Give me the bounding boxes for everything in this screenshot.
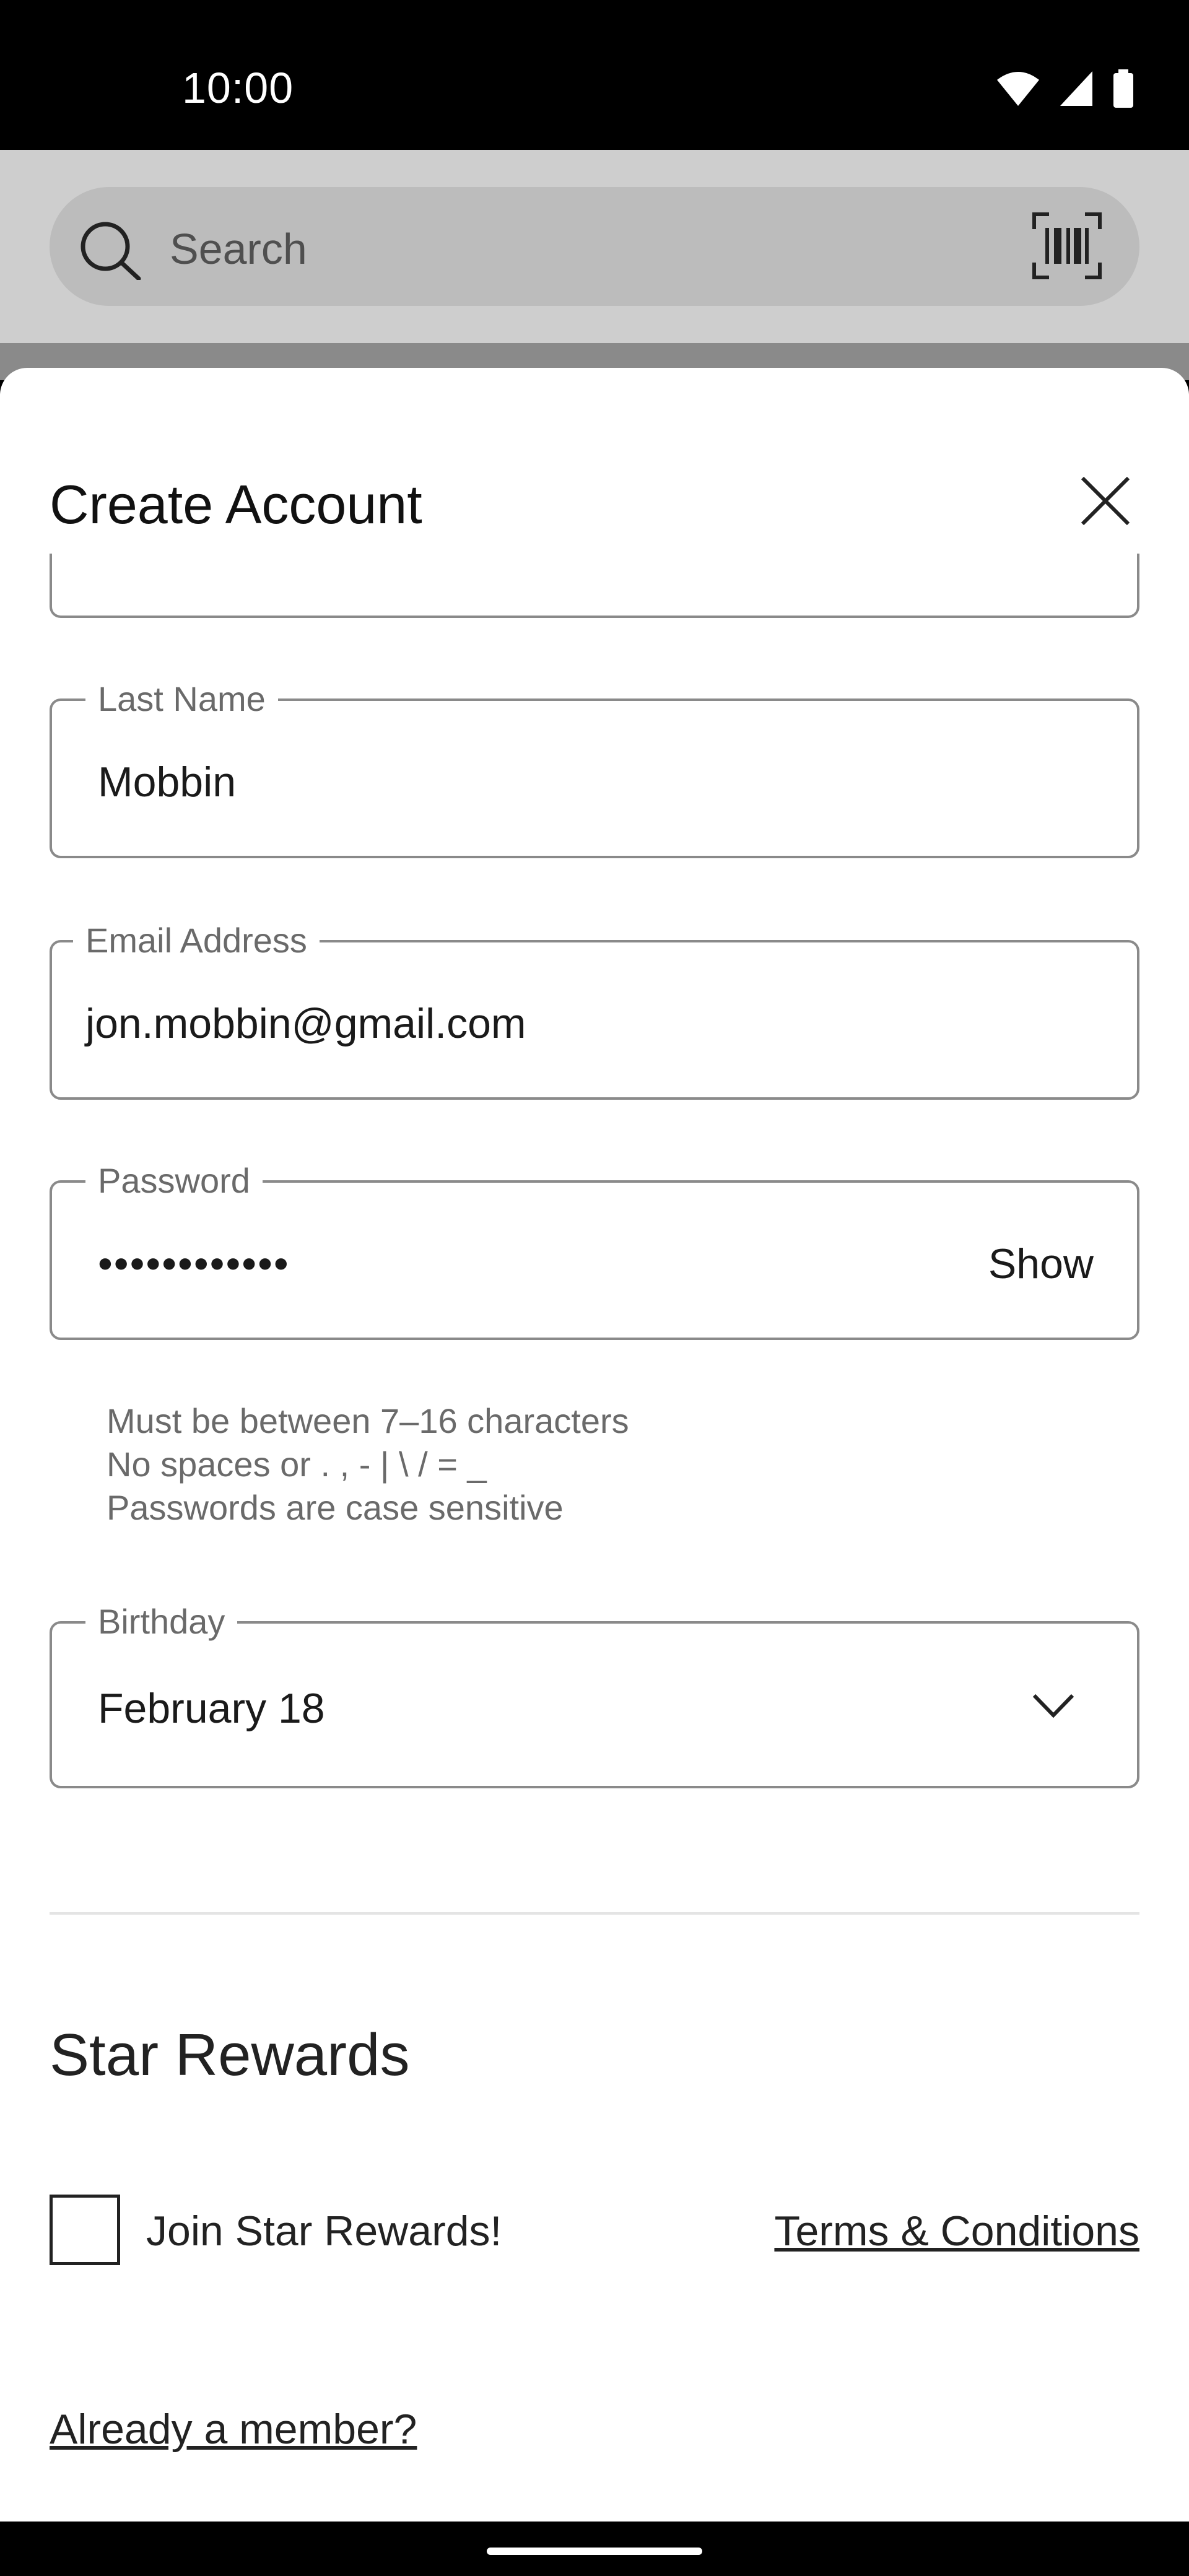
status-icons [996,69,1135,108]
birthday-label: Birthday [85,1601,238,1642]
status-time: 10:00 [182,64,294,112]
password-label: Password [85,1160,263,1201]
sheet-title: Create Account [50,474,422,535]
password-rule: Passwords are case sensitive [107,1488,564,1527]
join-rewards-checkbox[interactable] [50,2195,120,2265]
navigation-bar [0,2522,1189,2576]
chevron-down-icon [1032,1694,1074,1718]
close-icon[interactable] [1071,467,1139,535]
password-input[interactable]: •••••••••••• [98,1240,290,1288]
app-bar: Search [0,150,1189,343]
birthday-select[interactable]: Birthday February 18 [50,1601,1139,1788]
password-field[interactable]: Password •••••••••••• Show [50,1160,1139,1340]
wifi-icon [997,72,1039,106]
signal-icon [1060,71,1092,106]
email-input[interactable]: jon.mobbin@gmail.com [85,999,526,1048]
password-rule: No spaces or . , - | \ / = _ [107,1445,487,1484]
birthday-value: February 18 [98,1685,325,1732]
search-icon [81,222,141,280]
last-name-label: Last Name [85,679,278,719]
already-member-link[interactable]: Already a member? [50,2405,417,2453]
search-bar[interactable]: Search [50,187,1139,306]
password-rule: Must be between 7–16 characters [107,1401,629,1440]
last-name-field[interactable]: Last Name Mobbin [50,679,1139,858]
show-password-button[interactable]: Show [988,1240,1094,1288]
search-input[interactable]: Search [170,224,307,274]
join-rewards-label[interactable]: Join Star Rewards! [146,2207,502,2255]
terms-conditions-link[interactable]: Terms & Conditions [774,2207,1139,2255]
star-rewards-title: Star Rewards [50,2022,410,2088]
home-gesture-handle[interactable] [487,2548,702,2555]
divider [50,1912,1139,1915]
first-name-field[interactable] [50,554,1139,618]
email-label: Email Address [73,920,320,960]
last-name-input[interactable]: Mobbin [98,758,236,806]
barcode-icon[interactable] [1032,212,1102,280]
password-requirements: Must be between 7–16 characters No space… [107,1399,629,1530]
email-field[interactable]: Email Address jon.mobbin@gmail.com [50,920,1139,1100]
battery-icon [1113,69,1133,108]
status-bar: 10:00 [0,0,1189,150]
screen: 10:00 Search Create Account Last Name Mo… [0,0,1189,2576]
create-account-sheet: Create Account Last Name Mobbin Email Ad… [0,368,1189,2522]
